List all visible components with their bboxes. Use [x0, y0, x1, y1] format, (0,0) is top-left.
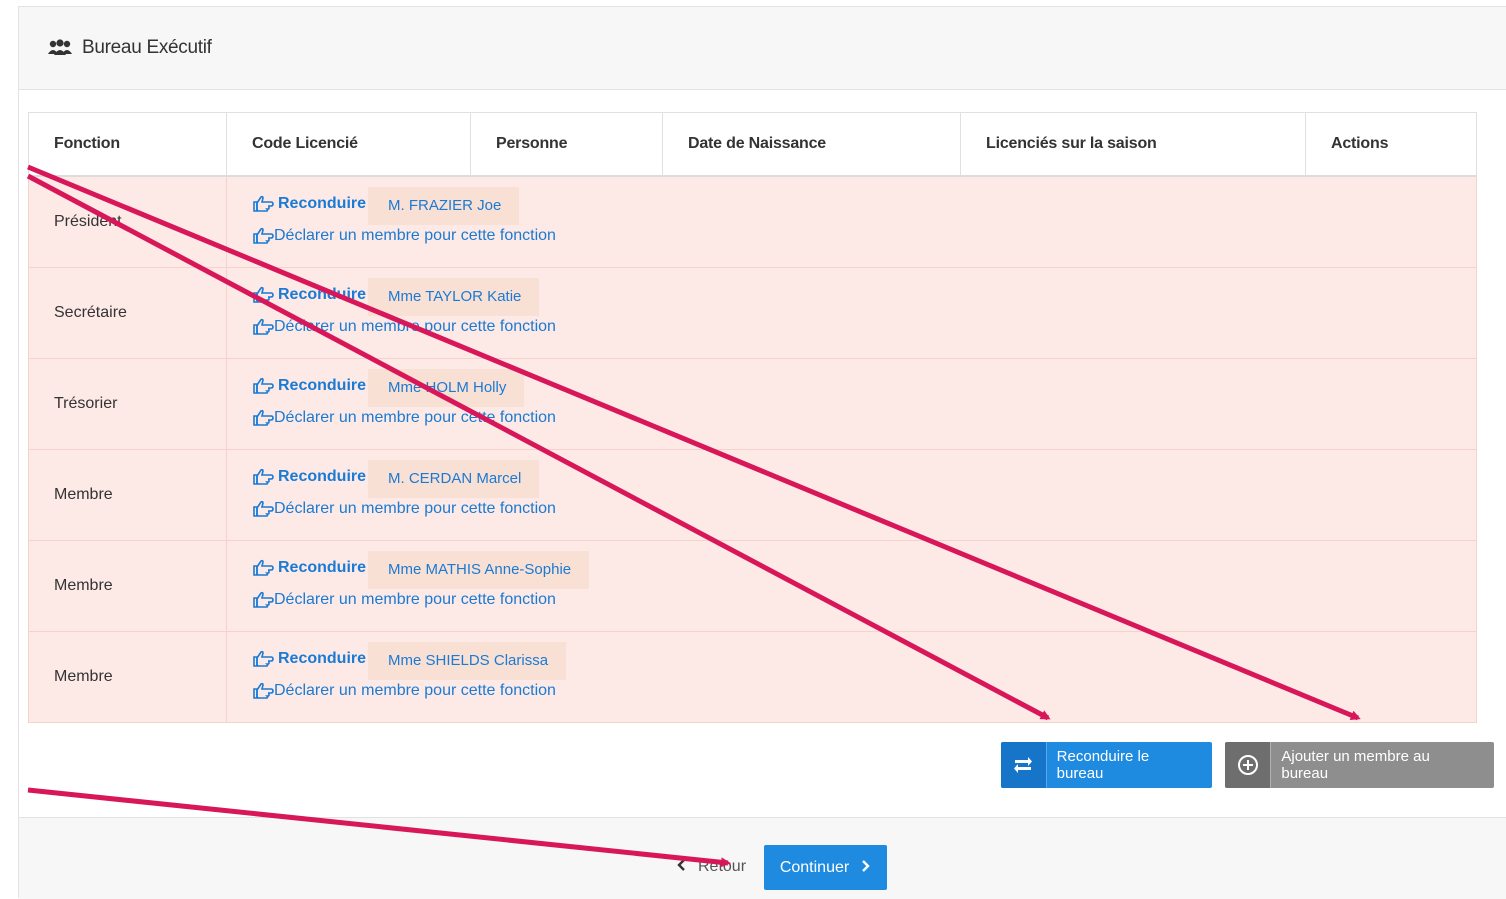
col-header-fonction[interactable]: Fonction: [28, 112, 227, 177]
panel-title: Bureau Exécutif: [82, 37, 212, 58]
person-name[interactable]: Mme TAYLOR Katie: [368, 278, 540, 316]
fonction-label: Membre: [54, 577, 113, 594]
row-actions-wrap: Reconduire Mme TAYLOR Katie Déclarer un me…: [252, 268, 1476, 358]
reconduire-link[interactable]: Reconduire: [252, 650, 366, 668]
row-actions-wrap: Reconduire M. FRAZIER Joe Déclarer un memb…: [252, 177, 1476, 267]
reconduire-label: Reconduire: [278, 650, 367, 667]
reconduire-label: Reconduire: [278, 286, 367, 303]
table-header-row: Fonction Code Licencié Personne Date de …: [28, 112, 1477, 177]
retour-label: Retour: [698, 858, 747, 875]
row-actions-wrap: Reconduire Mme HOLM Holly Déclarer un memb…: [252, 359, 1476, 449]
panel-footer: [19, 817, 1506, 899]
person-name[interactable]: M. CERDAN Marcel: [368, 460, 540, 498]
retour-link[interactable]: Retour: [676, 858, 746, 876]
hand-point-right-icon: [252, 409, 274, 427]
table-row: Membre Reconduire M. CERDAN Marcel Déclarer…: [28, 449, 1477, 541]
declarer-membre-label: Déclarer un membre pour cette fonction: [274, 227, 556, 244]
col-header-licencies-saison[interactable]: Licenciés sur la saison: [960, 112, 1306, 177]
chevron-right-icon: [861, 859, 871, 877]
hand-point-right-icon: [252, 468, 274, 486]
row-fonction: Membre: [28, 631, 227, 723]
row-fonction: Trésorier: [28, 358, 227, 450]
fonction-label: Secrétaire: [54, 304, 127, 321]
reconduire-link[interactable]: Reconduire: [252, 377, 366, 395]
declarer-membre-label: Déclarer un membre pour cette fonction: [274, 318, 556, 335]
fonction-label: Trésorier: [54, 395, 118, 412]
col-header-actions[interactable]: Actions: [1305, 112, 1477, 177]
declarer-membre-label: Déclarer un membre pour cette fonction: [274, 591, 556, 608]
hand-point-right-icon: [252, 195, 274, 213]
reconduire-label: Reconduire: [278, 377, 367, 394]
reconduire-link[interactable]: Reconduire: [252, 468, 366, 486]
hand-point-right-icon: [252, 227, 274, 245]
bureau-table: Fonction Code Licencié Personne Date de …: [28, 112, 1477, 723]
exchange-icon: [1001, 742, 1047, 788]
col-header-code-licencie[interactable]: Code Licencié: [226, 112, 471, 177]
declarer-membre-link[interactable]: Déclarer un membre pour cette fonction: [252, 682, 556, 700]
table-row: Membre Reconduire Mme SHIELDS Clarissa Décl…: [28, 631, 1477, 723]
chevron-left-icon: [676, 858, 686, 876]
reconduire-label: Reconduire: [278, 559, 367, 576]
reconduire-link[interactable]: Reconduire: [252, 286, 366, 304]
row-code-cell: Reconduire Mme HOLM Holly Déclarer un memb…: [226, 358, 1477, 450]
row-fonction: Secrétaire: [28, 267, 227, 359]
col-header-personne[interactable]: Personne: [470, 112, 663, 177]
fonction-label: Président: [54, 213, 122, 230]
row-fonction: Président: [28, 176, 227, 268]
ajouter-membre-label: Ajouter un membre au bureau: [1281, 748, 1430, 782]
row-fonction: Membre: [28, 540, 227, 632]
table-row: Président Reconduire M. FRAZIER Joe Déclare…: [28, 176, 1477, 268]
row-code-cell: Reconduire Mme SHIELDS Clarissa Déclarer u…: [226, 631, 1477, 723]
row-code-cell: Reconduire M. FRAZIER Joe Déclarer un memb…: [226, 176, 1477, 268]
hand-point-right-icon: [252, 377, 274, 395]
reconduire-link[interactable]: Reconduire: [252, 559, 366, 577]
reconduire-bureau-button[interactable]: Reconduire le bureau: [1001, 742, 1212, 788]
hand-point-right-icon: [252, 318, 274, 336]
person-name[interactable]: Mme SHIELDS Clarissa: [368, 642, 567, 680]
person-name[interactable]: Mme HOLM Holly: [368, 369, 525, 407]
person-name[interactable]: M. FRAZIER Joe: [368, 187, 520, 225]
row-code-cell: Reconduire Mme MATHIS Anne-Sophie Déclarer…: [226, 540, 1477, 632]
row-actions-wrap: Reconduire Mme MATHIS Anne-Sophie Déclarer…: [252, 541, 1476, 631]
row-code-cell: Reconduire M. CERDAN Marcel Déclarer un me…: [226, 449, 1477, 541]
declarer-membre-label: Déclarer un membre pour cette fonction: [274, 500, 556, 517]
hand-point-right-icon: [252, 682, 274, 700]
reconduire-label: Reconduire: [278, 468, 367, 485]
declarer-membre-link[interactable]: Déclarer un membre pour cette fonction: [252, 591, 556, 609]
declarer-membre-link[interactable]: Déclarer un membre pour cette fonction: [252, 500, 556, 518]
row-code-cell: Reconduire Mme TAYLOR Katie Déclarer un me…: [226, 267, 1477, 359]
plus-circle-icon: [1225, 742, 1272, 788]
row-actions-wrap: Reconduire Mme SHIELDS Clarissa Déclarer u…: [252, 632, 1476, 722]
fonction-label: Membre: [54, 486, 113, 503]
hand-point-right-icon: [252, 500, 274, 518]
declarer-membre-link[interactable]: Déclarer un membre pour cette fonction: [252, 318, 556, 336]
hand-point-right-icon: [252, 591, 274, 609]
hand-point-right-icon: [252, 286, 274, 304]
reconduire-bureau-label: Reconduire le bureau: [1056, 748, 1150, 782]
panel-header: Bureau Exécutif: [19, 7, 1506, 90]
fonction-label: Membre: [54, 668, 113, 685]
hand-point-right-icon: [252, 559, 274, 577]
continuer-label: Continuer: [779, 858, 850, 876]
table-row: Trésorier Reconduire Mme HOLM Holly Déclare…: [28, 358, 1477, 450]
row-fonction: Membre: [28, 449, 227, 541]
declarer-membre-label: Déclarer un membre pour cette fonction: [274, 682, 556, 699]
ajouter-membre-button[interactable]: Ajouter un membre au bureau: [1225, 742, 1494, 788]
table-row: Membre Reconduire Mme MATHIS Anne-Sophie Dé…: [28, 540, 1477, 632]
users-group-icon: [47, 39, 73, 57]
table-row: Secrétaire Reconduire Mme TAYLOR Katie Décl…: [28, 267, 1477, 359]
row-actions-wrap: Reconduire M. CERDAN Marcel Déclarer un me…: [252, 450, 1476, 540]
reconduire-link[interactable]: Reconduire: [252, 195, 366, 213]
declarer-membre-link[interactable]: Déclarer un membre pour cette fonction: [252, 227, 556, 245]
continuer-button[interactable]: Continuer: [764, 845, 887, 890]
declarer-membre-link[interactable]: Déclarer un membre pour cette fonction: [252, 409, 556, 427]
declarer-membre-label: Déclarer un membre pour cette fonction: [274, 409, 556, 426]
person-name[interactable]: Mme MATHIS Anne-Sophie: [368, 551, 590, 589]
col-header-date-naissance[interactable]: Date de Naissance: [662, 112, 961, 177]
hand-point-right-icon: [252, 650, 274, 668]
reconduire-label: Reconduire: [278, 195, 367, 212]
